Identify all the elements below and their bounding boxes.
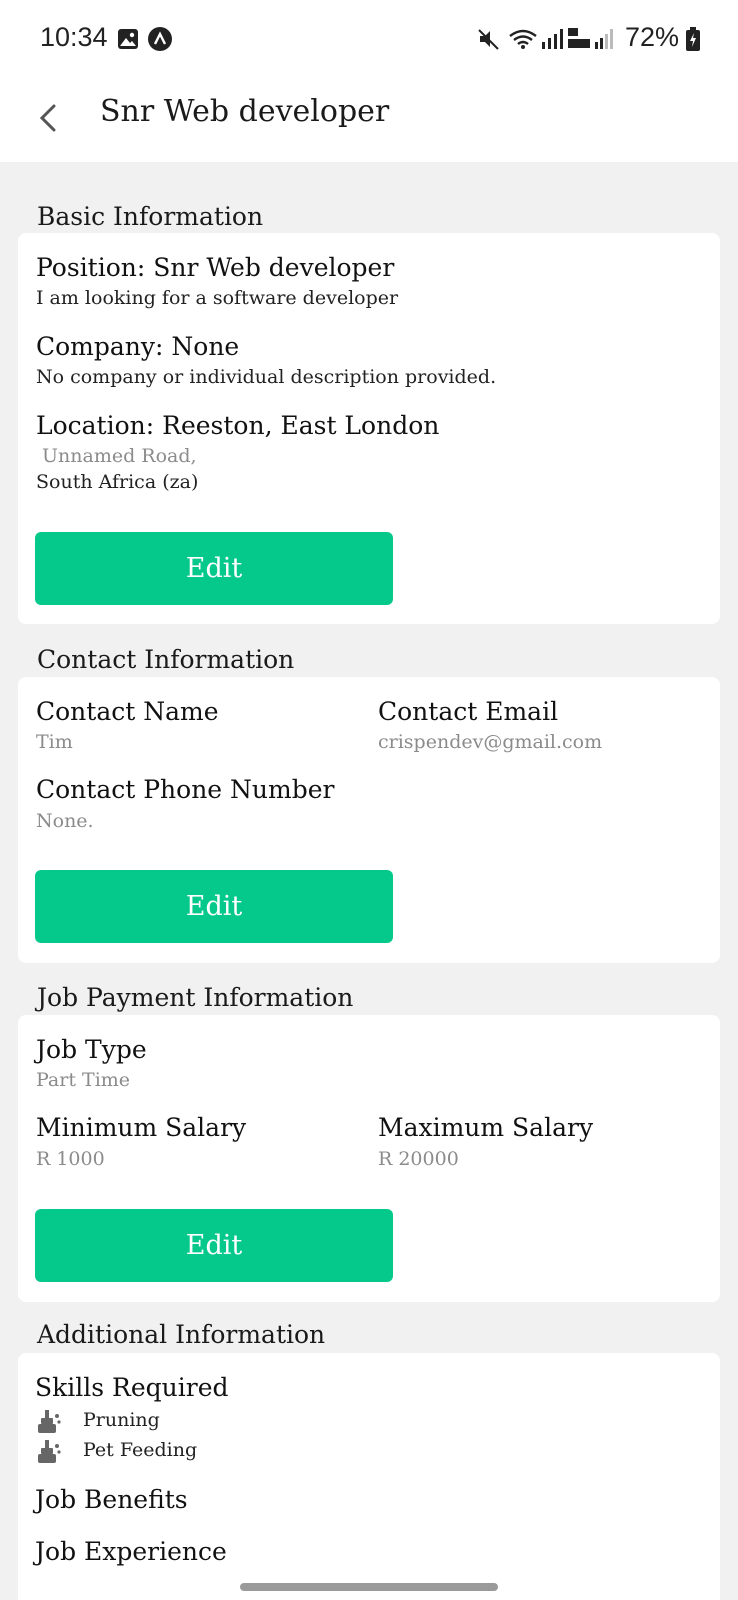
payment-info-card: Job Type Part Time Minimum Salary R 1000… (18, 1015, 720, 1302)
battery-icon (686, 27, 700, 51)
job-type-label: Job Type (36, 1035, 147, 1064)
company-label: Company: None (36, 332, 240, 361)
contact-name-label: Contact Name (36, 697, 219, 726)
skill-name: Pruning (83, 1409, 160, 1431)
contact-email-label: Contact Email (378, 697, 559, 726)
additional-info-heading: Additional Information (37, 1320, 326, 1349)
max-salary-value: R 20000 (378, 1148, 459, 1170)
volte-icon (568, 28, 590, 48)
app-bar: Snr Web developer (0, 78, 738, 162)
payment-info-heading: Job Payment Information (37, 983, 354, 1012)
contact-phone-value: None. (36, 810, 94, 832)
skill-name: Pet Feeding (83, 1439, 198, 1461)
max-salary-label: Maximum Salary (378, 1113, 594, 1142)
contact-phone-label: Contact Phone Number (36, 775, 335, 804)
contact-name-value: Tim (36, 731, 73, 753)
skills-label: Skills Required (35, 1373, 229, 1402)
edit-payment-info-button[interactable]: Edit (35, 1209, 393, 1282)
mute-icon (478, 29, 499, 50)
battery-percent: 72% (625, 22, 680, 52)
contact-info-card: Contact Name Tim Contact Email crispende… (18, 677, 720, 963)
back-arrow-icon[interactable] (34, 98, 64, 138)
min-salary-value: R 1000 (36, 1148, 105, 1170)
job-type-value: Part Time (36, 1069, 131, 1091)
page-title: Snr Web developer (100, 94, 390, 129)
skill-icon (38, 1410, 61, 1433)
status-bar: 10:34 72% (0, 0, 738, 78)
address-line: Unnamed Road, (42, 445, 197, 467)
job-benefits-label: Job Benefits (35, 1485, 188, 1514)
signal-icon (595, 29, 613, 49)
additional-info-card: Skills Required Pruning Pet Feeding Job … (18, 1353, 720, 1600)
edit-contact-info-button[interactable]: Edit (35, 870, 393, 943)
skill-icon (38, 1440, 61, 1463)
edit-basic-info-button[interactable]: Edit (35, 532, 393, 605)
contact-email-value: crispendev@gmail.com (378, 731, 603, 753)
image-icon (118, 29, 138, 49)
position-description: I am looking for a software developer (36, 287, 399, 309)
position-label: Position: Snr Web developer (36, 253, 395, 282)
country: South Africa (za) (36, 471, 199, 493)
min-salary-label: Minimum Salary (36, 1113, 247, 1142)
contact-info-heading: Contact Information (37, 645, 295, 674)
location-label: Location: Reeston, East London (36, 411, 440, 440)
signal-icon (542, 29, 563, 49)
company-description: No company or individual description pro… (36, 366, 497, 388)
basic-info-heading: Basic Information (37, 202, 264, 231)
job-experience-label: Job Experience (35, 1537, 227, 1566)
home-indicator[interactable] (240, 1583, 498, 1591)
app-notification-icon (148, 27, 172, 51)
wifi-icon (509, 29, 537, 49)
basic-info-card: Position: Snr Web developer I am looking… (18, 233, 720, 624)
status-time: 10:34 (40, 22, 108, 52)
